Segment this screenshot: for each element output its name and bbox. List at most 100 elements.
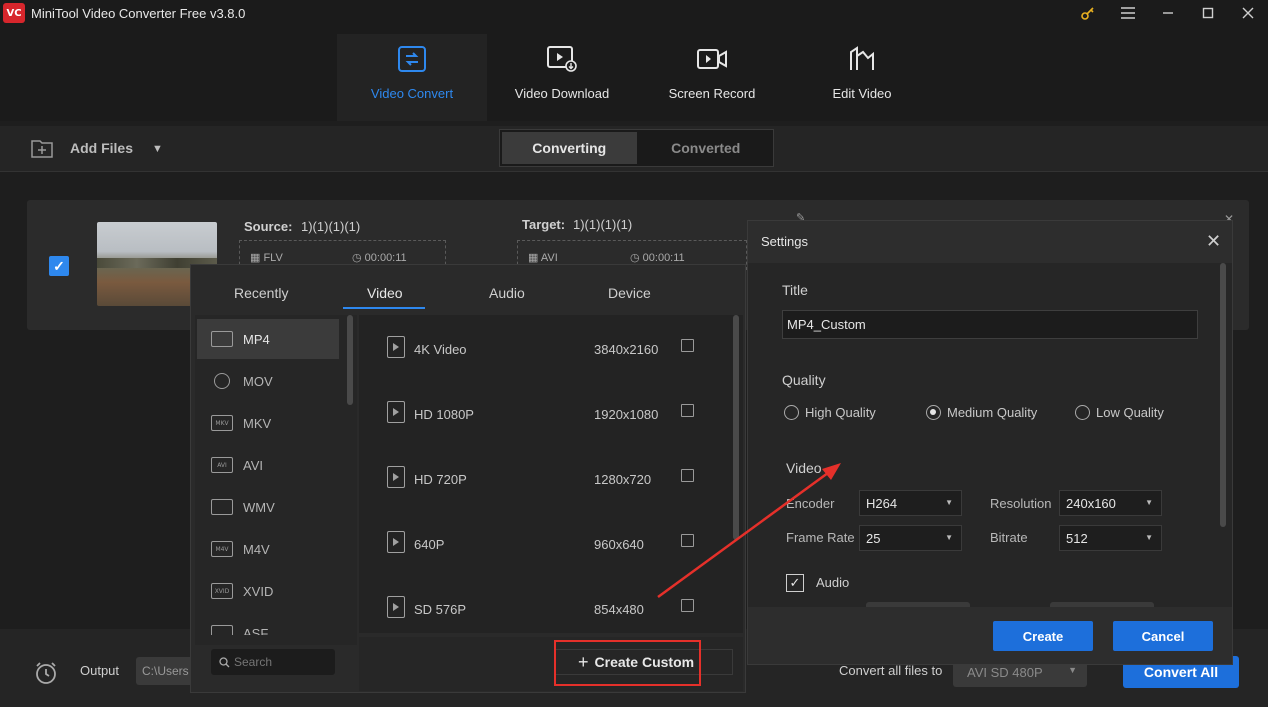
- target-name: 1)(1)(1)(1): [573, 217, 633, 232]
- asf-icon: [211, 625, 233, 635]
- radio-high-quality[interactable]: High Quality: [784, 405, 876, 420]
- format-item-mp4[interactable]: MP4: [197, 319, 339, 359]
- edit-icon[interactable]: [681, 404, 694, 417]
- main-nav: Video Convert Video Download Screen Reco…: [0, 26, 1268, 121]
- file-checkbox[interactable]: ✓: [49, 256, 69, 276]
- format-label: ASF: [243, 626, 269, 635]
- video-file-icon: [387, 466, 405, 488]
- source-name: 1)(1)(1)(1): [301, 219, 361, 234]
- menu-icon[interactable]: [1108, 0, 1148, 26]
- format-item-avi[interactable]: AVI AVI: [197, 445, 339, 485]
- tab-converting[interactable]: Converting: [502, 132, 637, 164]
- source-label: Source:: [244, 219, 293, 234]
- title-input[interactable]: [782, 310, 1198, 339]
- radio-low-quality[interactable]: Low Quality: [1075, 405, 1164, 420]
- resolution-value: 240x160: [1066, 496, 1116, 511]
- audio-label: Audio: [816, 575, 850, 590]
- format-label: MKV: [243, 415, 272, 431]
- tab-video-convert[interactable]: Video Convert: [337, 34, 487, 121]
- radio-label: Low Quality: [1096, 405, 1164, 420]
- preset-resolution: 3840x2160: [594, 342, 659, 357]
- edit-icon[interactable]: [681, 469, 694, 482]
- tab-screen-record-label: Screen Record: [668, 86, 756, 101]
- preset-list-scrollbar[interactable]: [733, 315, 739, 540]
- audio-checkbox[interactable]: ✓: [786, 574, 804, 592]
- dialog-scrollbar[interactable]: [1220, 263, 1226, 527]
- dialog-footer: Create Cancel: [748, 607, 1232, 664]
- key-icon[interactable]: [1068, 0, 1108, 26]
- video-file-icon: [387, 531, 405, 553]
- format-search[interactable]: [211, 649, 335, 675]
- toolbar: Add Files ▼ Converting Converted: [0, 126, 1268, 172]
- dialog-title: Settings: [761, 234, 808, 249]
- tab-audio[interactable]: Audio: [489, 285, 525, 301]
- tab-screen-record[interactable]: Screen Record: [637, 34, 787, 121]
- chevron-down-icon[interactable]: ▼: [152, 143, 163, 155]
- format-item-m4v[interactable]: M4V M4V: [197, 529, 339, 569]
- tab-video-download[interactable]: Video Download: [487, 34, 637, 121]
- preset-item[interactable]: HD 1080P 1920x1080: [359, 380, 729, 445]
- frame-rate-value: 25: [866, 531, 881, 546]
- preset-resolution: 960x640: [594, 537, 644, 552]
- window-controls: [1068, 0, 1268, 26]
- mkv-icon: MKV: [211, 415, 233, 431]
- format-item-asf[interactable]: ASF: [197, 613, 339, 635]
- encoder-label: Encoder: [786, 496, 835, 511]
- video-file-icon: [387, 336, 405, 358]
- frame-rate-select[interactable]: 25 ▼: [859, 525, 962, 551]
- preset-item[interactable]: HD 720P 1280x720: [359, 445, 729, 510]
- preset-list: 4K Video 3840x2160 HD 1080P 1920x1080 HD…: [359, 315, 743, 633]
- video-file-icon: [387, 596, 405, 618]
- schedule-icon[interactable]: [34, 661, 58, 685]
- preset-name: 4K Video: [414, 342, 467, 357]
- minimize-icon[interactable]: [1148, 0, 1188, 26]
- preset-resolution: 854x480: [594, 602, 644, 617]
- tab-video[interactable]: Video: [367, 285, 403, 301]
- preset-item[interactable]: 640P 960x640: [359, 510, 729, 575]
- edit-icon[interactable]: [681, 599, 694, 612]
- mov-icon: [214, 373, 230, 389]
- title-bar: VC MiniTool Video Converter Free v3.8.0: [0, 0, 1268, 26]
- radio-button: [784, 405, 799, 420]
- search-input[interactable]: [234, 655, 334, 669]
- active-tab-indicator: [343, 307, 425, 309]
- close-icon[interactable]: ✕: [1206, 231, 1221, 252]
- add-file-icon: [31, 140, 53, 158]
- close-icon[interactable]: [1228, 0, 1268, 26]
- maximize-icon[interactable]: [1188, 0, 1228, 26]
- wmv-icon: [211, 499, 233, 515]
- format-item-wmv[interactable]: WMV: [197, 487, 339, 527]
- format-label: AVI: [243, 457, 263, 473]
- format-item-mov[interactable]: MOV: [197, 361, 339, 401]
- tab-video-download-label: Video Download: [514, 86, 610, 101]
- format-list-scrollbar[interactable]: [347, 315, 353, 405]
- radio-medium-quality[interactable]: Medium Quality: [926, 405, 1037, 420]
- edit-video-icon: [850, 46, 874, 70]
- preset-name: 640P: [414, 537, 445, 552]
- preset-item[interactable]: SD 576P 854x480: [359, 575, 729, 640]
- radio-button: [926, 405, 941, 420]
- output-path-field[interactable]: C:\Users: [136, 657, 196, 685]
- video-file-icon: [387, 401, 405, 423]
- video-section-label: Video: [786, 460, 822, 476]
- create-button[interactable]: Create: [993, 621, 1093, 651]
- edit-icon[interactable]: [681, 534, 694, 547]
- bitrate-select[interactable]: 512 ▼: [1059, 525, 1162, 551]
- preset-resolution: 1280x720: [594, 472, 652, 487]
- format-item-mkv[interactable]: MKV MKV: [197, 403, 339, 443]
- format-item-xvid[interactable]: XVID XVID: [197, 571, 339, 611]
- tab-converted[interactable]: Converted: [639, 130, 774, 166]
- resolution-select[interactable]: 240x160 ▼: [1059, 490, 1162, 516]
- chevron-down-icon: ▼: [1068, 665, 1077, 675]
- add-files-button[interactable]: Add Files ▼: [30, 137, 163, 159]
- tab-edit-video[interactable]: Edit Video: [787, 34, 937, 121]
- cancel-button[interactable]: Cancel: [1113, 621, 1213, 651]
- quality-section-label: Quality: [782, 372, 826, 388]
- preset-item[interactable]: 4K Video 3840x2160: [359, 315, 729, 380]
- tab-recently[interactable]: Recently: [234, 285, 288, 301]
- tab-device[interactable]: Device: [608, 285, 651, 301]
- conversion-status-toggle: Converting Converted: [499, 129, 774, 167]
- edit-icon[interactable]: [681, 339, 694, 352]
- encoder-select[interactable]: H264 ▼: [859, 490, 962, 516]
- preset-resolution: 1920x1080: [594, 407, 659, 422]
